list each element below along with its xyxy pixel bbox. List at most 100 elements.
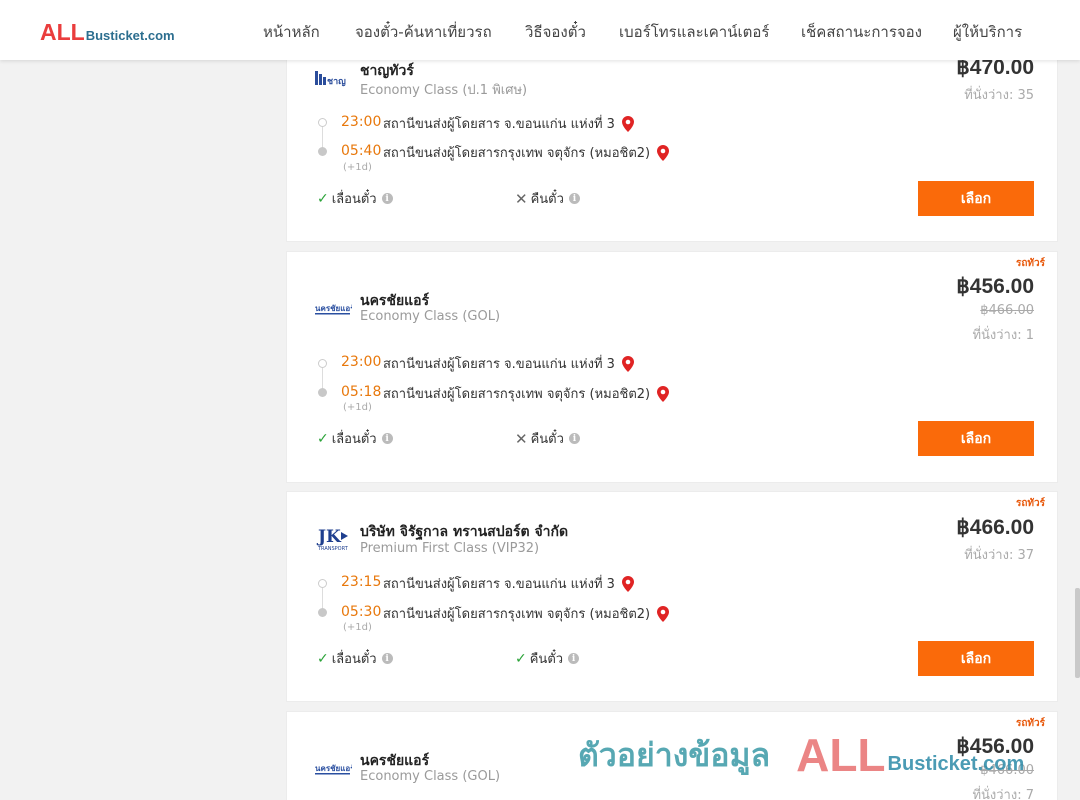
price: ฿466.00 [956, 516, 1034, 539]
bus-class: Economy Class (ป.1 พิเศษ) [360, 83, 528, 98]
check-icon: ✓ [317, 430, 329, 447]
refund-label: คืนตั๋ว [530, 432, 564, 447]
arrive-station-name: สถานีขนส่งผู้โดยสารกรุงเทพ จตุจักร (หมอช… [383, 607, 651, 622]
map-pin-icon[interactable] [621, 575, 634, 592]
svg-text:TRANSPORT: TRANSPORT [317, 546, 349, 552]
depart-station[interactable]: สถานีขนส่งผู้โดยสาร จ.ขอนแก่น แห่งที่ 3 [383, 113, 634, 134]
refund-policy: ✓ คืนตั๋ว i [515, 648, 580, 669]
nav-operators[interactable]: ผู้ให้บริการ [953, 20, 1022, 44]
page-scrollbar[interactable] [1075, 588, 1080, 678]
depart-station-name: สถานีขนส่งผู้โดยสาร จ.ขอนแก่น แห่งที่ 3 [383, 577, 615, 592]
info-icon[interactable]: i [381, 433, 393, 444]
next-day-label: (+1d) [343, 402, 372, 413]
next-day-label: (+1d) [343, 162, 372, 173]
nav-home[interactable]: หน้าหลัก [263, 20, 320, 44]
price: ฿456.00 [956, 275, 1034, 298]
logo-busticket-text: Busticket.com [85, 28, 175, 43]
promo-tag: รถทัวร์ [1015, 498, 1045, 509]
nav-how-to-book[interactable]: วิธีจองตั๋ว [525, 20, 586, 44]
info-icon[interactable]: i [381, 193, 393, 204]
svg-text:ชาญ: ชาญ [327, 77, 346, 87]
refund-policy: ✕ คืนตั๋ว i [515, 428, 580, 449]
jk-transport-logo-icon: JK TRANSPORT [314, 523, 352, 553]
refund-policy: ✕ คืนตั๋ว i [515, 188, 580, 209]
chantour-logo-icon: ชาญ [314, 65, 352, 91]
site-header: ALL Busticket.com หน้าหลัก จองตั๋ว-ค้นหา… [0, 0, 1080, 60]
svg-text:JK: JK [316, 527, 342, 547]
map-pin-icon[interactable] [657, 385, 670, 402]
arrive-dot [318, 147, 327, 156]
reschedule-label: เลื่อนตั๋ว [331, 432, 377, 447]
watermark-text: ตัวอย่างข้อมูล [578, 735, 771, 774]
reschedule-policy: ✓ เลื่อนตั๋ว i [317, 648, 393, 669]
original-price: ฿466.00 [980, 303, 1034, 318]
svg-text:นครชัยแอร์: นครชัยแอร์ [315, 303, 352, 313]
info-icon[interactable]: i [381, 653, 393, 664]
nav-check-booking[interactable]: เช็คสถานะการจอง [801, 20, 922, 44]
check-icon: ✓ [317, 650, 329, 667]
seats-available: ที่นั่งว่าง: 1 [972, 328, 1034, 343]
depart-station[interactable]: สถานีขนส่งผู้โดยสาร จ.ขอนแก่น แห่งที่ 3 [383, 573, 634, 594]
map-pin-icon[interactable] [657, 605, 670, 622]
watermark-logo-rest: Busticket.com [887, 752, 1025, 775]
depart-station[interactable]: สถานีขนส่งผู้โดยสาร จ.ขอนแก่น แห่งที่ 3 [383, 353, 634, 374]
depart-station-name: สถานีขนส่งผู้โดยสาร จ.ขอนแก่น แห่งที่ 3 [383, 117, 615, 132]
trip-card: รถทัวร์ นครชัยแอร์ นครชัยแอร์ Economy Cl… [286, 251, 1058, 483]
cross-icon: ✕ [515, 189, 528, 208]
nakhonchai-air-logo-icon: นครชัยแอร์ [314, 297, 352, 323]
trip-card: รถทัวร์ JK TRANSPORT บริษัท จิรัฐกาล ทรา… [286, 491, 1058, 702]
seats-available: ที่นั่งว่าง: 37 [964, 548, 1034, 563]
watermark-logo-all: ALL [796, 729, 886, 781]
sample-data-watermark: ตัวอย่างข้อมูล ALL Busticket.com [578, 728, 1024, 782]
map-pin-icon[interactable] [621, 355, 634, 372]
reschedule-policy: ✓ เลื่อนตั๋ว i [317, 188, 393, 209]
select-button[interactable]: เลือก [918, 421, 1034, 456]
nakhonchai-air-logo-icon: นครชัยแอร์ [314, 757, 352, 783]
reschedule-label: เลื่อนตั๋ว [331, 192, 377, 207]
depart-dot [318, 579, 327, 588]
arrive-station-name: สถานีขนส่งผู้โดยสารกรุงเทพ จตุจักร (หมอช… [383, 387, 651, 402]
bus-class: Premium First Class (VIP32) [360, 541, 540, 556]
select-button[interactable]: เลือก [918, 641, 1034, 676]
depart-dot [318, 359, 327, 368]
arrive-time: 05:30 [341, 604, 382, 620]
operator-name: บริษัท จิรัฐกาล ทรานสปอร์ต จำกัด [360, 524, 569, 540]
depart-time: 23:00 [341, 354, 382, 370]
refund-label: คืนตั๋ว [530, 192, 564, 207]
seats-available: ที่นั่งว่าง: 7 [972, 788, 1034, 800]
map-pin-icon[interactable] [657, 144, 670, 161]
seats-available: ที่นั่งว่าง: 35 [964, 88, 1034, 103]
info-icon[interactable]: i [568, 193, 580, 204]
nav-phone-counters[interactable]: เบอร์โทรและเคาน์เตอร์ [619, 20, 769, 44]
depart-station-name: สถานีขนส่งผู้โดยสาร จ.ขอนแก่น แห่งที่ 3 [383, 357, 615, 372]
select-button[interactable]: เลือก [918, 181, 1034, 216]
check-icon: ✓ [317, 190, 329, 207]
arrive-time: 05:40 [341, 143, 382, 159]
arrive-station[interactable]: สถานีขนส่งผู้โดยสารกรุงเทพ จตุจักร (หมอช… [383, 383, 670, 404]
arrive-station-name: สถานีขนส่งผู้โดยสารกรุงเทพ จตุจักร (หมอช… [383, 146, 651, 161]
reschedule-label: เลื่อนตั๋ว [331, 652, 377, 667]
arrive-station[interactable]: สถานีขนส่งผู้โดยสารกรุงเทพ จตุจักร (หมอช… [383, 142, 670, 163]
bus-class: Economy Class (GOL) [360, 309, 501, 324]
reschedule-policy: ✓ เลื่อนตั๋ว i [317, 428, 393, 449]
depart-dot [318, 118, 327, 127]
promo-tag: รถทัวร์ [1015, 258, 1045, 269]
cross-icon: ✕ [515, 429, 528, 448]
arrive-time: 05:18 [341, 384, 382, 400]
depart-time: 23:00 [341, 114, 382, 130]
nav-book-search[interactable]: จองตั๋ว-ค้นหาเที่ยวรถ [355, 20, 492, 44]
bus-class: Economy Class (GOL) [360, 769, 501, 784]
info-icon[interactable]: i [568, 653, 580, 664]
info-icon[interactable]: i [568, 433, 580, 444]
next-day-label: (+1d) [343, 622, 372, 633]
arrive-dot [318, 388, 327, 397]
arrive-dot [318, 608, 327, 617]
check-icon: ✓ [515, 650, 527, 667]
svg-text:นครชัยแอร์: นครชัยแอร์ [315, 763, 352, 773]
site-logo[interactable]: ALL Busticket.com [40, 19, 175, 46]
depart-time: 23:15 [341, 574, 382, 590]
arrive-station[interactable]: สถานีขนส่งผู้โดยสารกรุงเทพ จตุจักร (หมอช… [383, 603, 670, 624]
map-pin-icon[interactable] [621, 115, 634, 132]
refund-label: คืนตั๋ว [529, 652, 564, 667]
logo-all-text: ALL [40, 19, 85, 45]
